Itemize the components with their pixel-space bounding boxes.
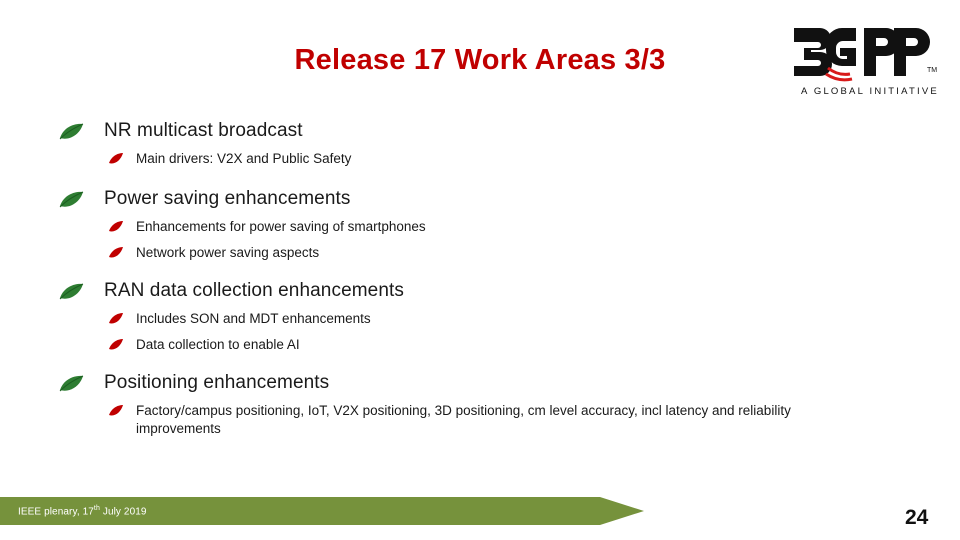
content-group: Positioning enhancements Factory/campus … [0,370,960,438]
leaf-bullet-small-icon [108,312,124,326]
footer-date-day: 17 [82,506,94,518]
group-heading: RAN data collection enhancements [104,280,404,301]
slide-content: NR multicast broadcast Main drivers: V2X… [0,118,960,452]
bullet-item-level2: Network power saving aspects [0,244,960,264]
sub-item-text: Data collection to enable AI [136,337,300,352]
content-group: NR multicast broadcast Main drivers: V2X… [0,118,960,170]
leaf-bullet-icon [58,374,84,394]
bullet-item-level2: Includes SON and MDT enhancements [0,310,960,330]
svg-text:A GLOBAL INITIATIVE: A GLOBAL INITIATIVE [801,86,939,97]
bullet-item-level1: Positioning enhancements [0,370,960,396]
bullet-item-level1: RAN data collection enhancements [0,278,960,304]
footer-arrow [600,497,644,525]
leaf-bullet-small-icon [108,246,124,260]
group-heading: Positioning enhancements [104,372,330,393]
bullet-item-level1: NR multicast broadcast [0,118,960,144]
leaf-bullet-small-icon [108,338,124,352]
bullet-item-level2: Enhancements for power saving of smartph… [0,218,960,238]
sub-item-text: Network power saving aspects [136,245,320,260]
bullet-item-level2: Main drivers: V2X and Public Safety [0,150,960,170]
footer-date-rest: July 2019 [99,506,147,518]
leaf-bullet-small-icon [108,404,124,418]
bullet-item-level1: Power saving enhancements [0,186,960,212]
content-group: Power saving enhancements Enhancements f… [0,186,960,264]
bullet-item-level2: Factory/campus positioning, IoT, V2X pos… [0,402,960,438]
group-heading: NR multicast broadcast [104,120,303,141]
footer-event: IEEE plenary, [18,506,80,518]
leaf-bullet-small-icon [108,152,124,166]
sub-item-text: Main drivers: V2X and Public Safety [136,151,352,166]
leaf-bullet-icon [58,282,84,302]
bullet-item-level2: Data collection to enable AI [0,336,960,356]
leaf-bullet-icon [58,122,84,142]
leaf-bullet-icon [58,190,84,210]
group-heading: Power saving enhancements [104,188,351,209]
footer-text: IEEE plenary, 17th July 2019 [18,505,147,517]
3gpp-logo: TM A GLOBAL INITIATIVE [790,18,940,104]
svg-text:TM: TM [927,67,937,74]
sub-item-text: Includes SON and MDT enhancements [136,311,371,326]
sub-item-text: Enhancements for power saving of smartph… [136,219,426,234]
page-number: 24 [905,506,929,529]
sub-item-text: Factory/campus positioning, IoT, V2X pos… [136,403,791,436]
leaf-bullet-small-icon [108,220,124,234]
content-group: RAN data collection enhancements Include… [0,278,960,356]
